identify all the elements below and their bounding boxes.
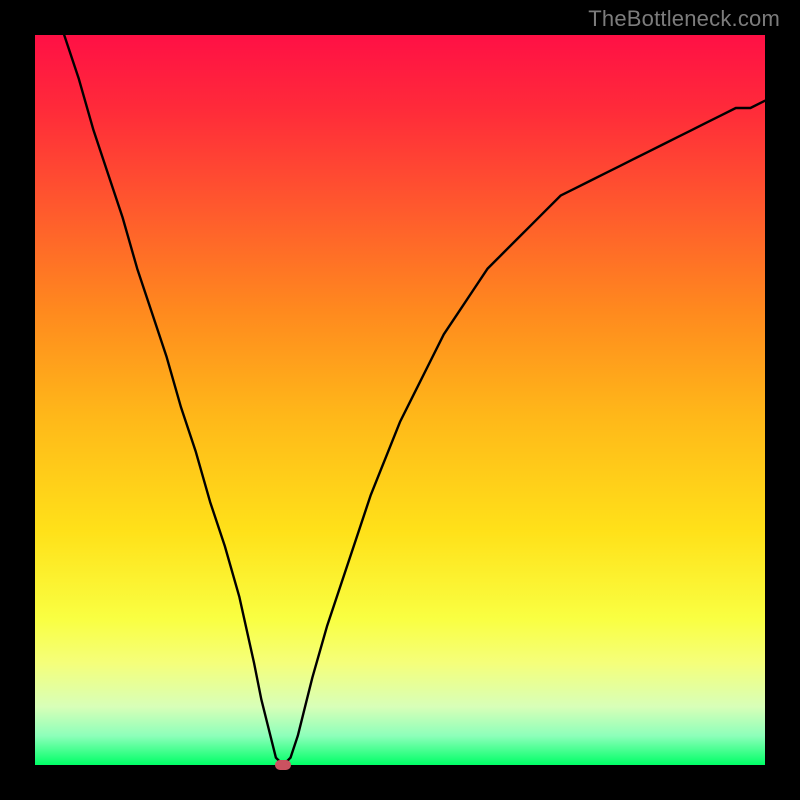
chart-frame: TheBottleneck.com	[0, 0, 800, 800]
plot-area	[35, 35, 765, 765]
minimum-marker	[275, 760, 291, 770]
bottleneck-curve	[35, 35, 765, 765]
watermark-text: TheBottleneck.com	[588, 6, 780, 32]
